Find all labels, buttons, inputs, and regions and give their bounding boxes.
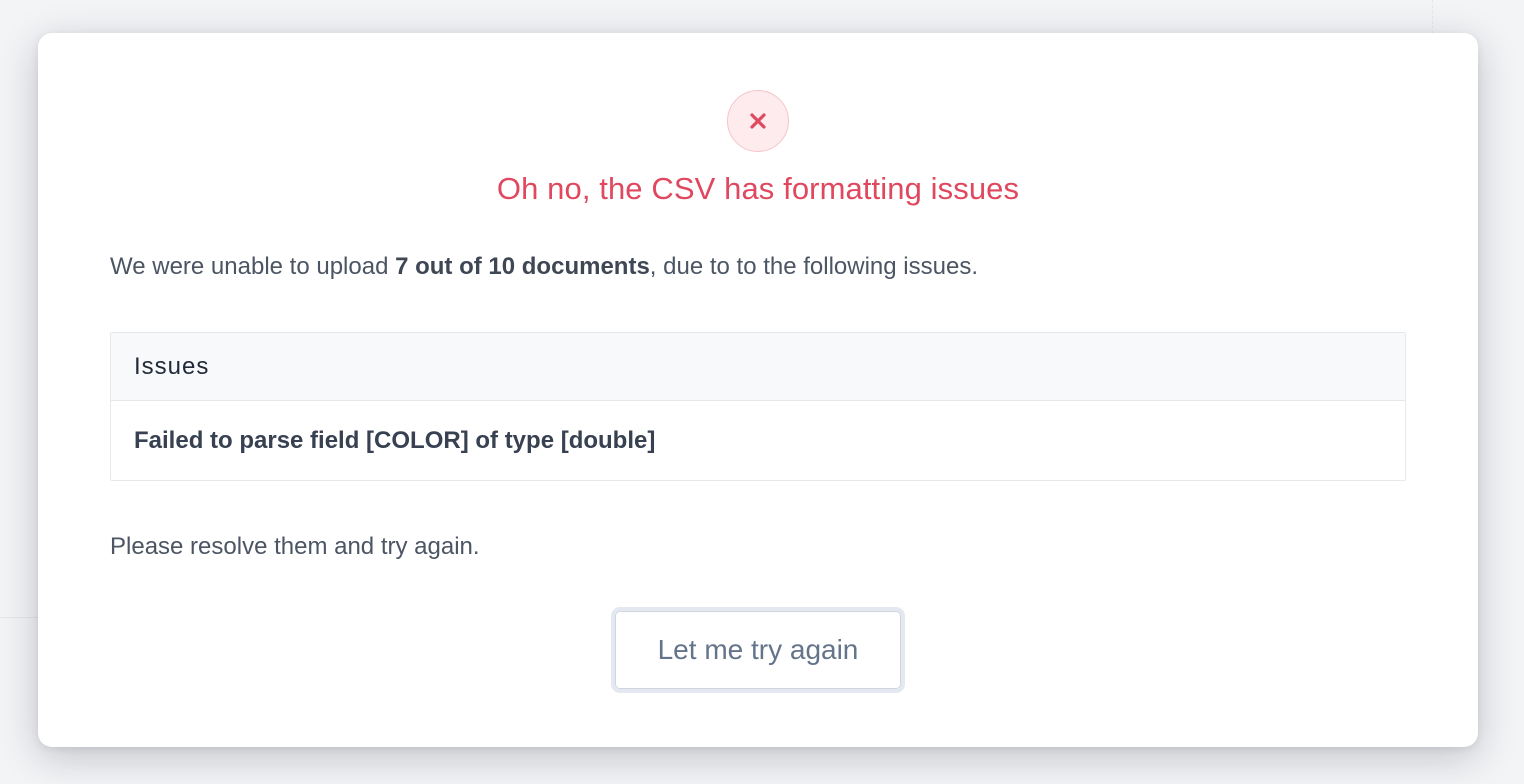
error-status-badge (727, 90, 789, 152)
issues-table: Issues Failed to parse field [COLOR] of … (110, 332, 1406, 481)
resolution-instruction: Please resolve them and try again. (110, 533, 480, 560)
retry-button-label: Let me try again (615, 611, 901, 689)
upload-summary-message: We were unable to upload 7 out of 10 doc… (110, 253, 1410, 281)
dialog-title: Oh no, the CSV has formatting issues (496, 171, 1020, 206)
close-icon (750, 113, 766, 129)
issues-table-header: Issues (111, 333, 1405, 401)
message-prefix: We were unable to upload (110, 253, 396, 280)
error-dialog: Oh no, the CSV has formatting issues We … (38, 33, 1478, 747)
background-divider-vertical (1432, 0, 1434, 34)
issue-row: Failed to parse field [COLOR] of type [d… (134, 426, 656, 454)
retry-button[interactable]: Let me try again (611, 607, 905, 693)
failed-documents-count: 7 out of 10 documents (395, 253, 650, 280)
background-divider (0, 617, 40, 618)
message-suffix: , due to to the following issues. (649, 253, 978, 280)
